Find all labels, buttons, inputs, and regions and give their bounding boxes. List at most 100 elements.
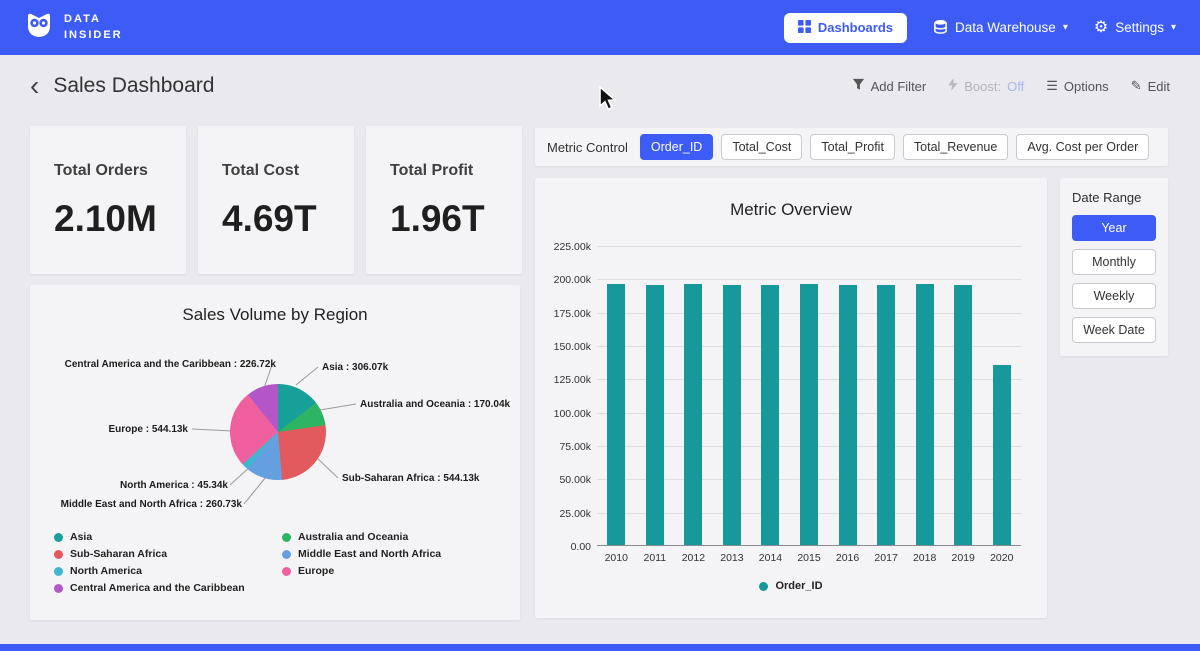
metric-control-bar: Metric Control Order_ID Total_Cost Total_P… xyxy=(535,128,1168,166)
date-range-button-monthly[interactable]: Monthly xyxy=(1072,249,1156,275)
legend-dot xyxy=(282,567,291,576)
brand[interactable]: DATA INSIDER xyxy=(24,10,123,45)
pie-legend-item[interactable]: Europe xyxy=(282,565,510,577)
y-axis-label: 175.00k xyxy=(535,308,591,320)
x-axis-label: 2012 xyxy=(674,552,713,564)
x-axis-label: 2015 xyxy=(790,552,829,564)
pie xyxy=(230,384,326,480)
bar-2017 xyxy=(877,285,895,545)
y-axis-label: 75.00k xyxy=(535,441,591,453)
page-title: Sales Dashboard xyxy=(53,74,214,98)
bar-2020 xyxy=(993,365,1011,545)
edit-button[interactable]: ✎ Edit xyxy=(1131,78,1170,94)
bar-cell xyxy=(751,285,790,545)
y-axis-label: 0.00 xyxy=(535,541,591,553)
edit-label: Edit xyxy=(1148,79,1170,94)
add-filter-button[interactable]: Add Filter xyxy=(852,78,927,94)
bar-cell xyxy=(982,365,1021,545)
navbar-right: Dashboards Data Warehouse ▾ ⚙ Settings ▾ xyxy=(784,13,1176,43)
metric-button-total-cost[interactable]: Total_Cost xyxy=(721,134,802,160)
metric-button-order-id[interactable]: Order_ID xyxy=(640,134,713,160)
pie-slice-label: Middle East and North Africa : 260.73k xyxy=(61,499,242,510)
dashboards-label: Dashboards xyxy=(818,20,893,35)
legend-label: Europe xyxy=(298,565,334,577)
pie-legend-item[interactable]: Australia and Oceania xyxy=(282,531,510,543)
y-axis-label: 50.00k xyxy=(535,474,591,486)
date-range-button-weekly[interactable]: Weekly xyxy=(1072,283,1156,309)
chevron-left-icon: ‹ xyxy=(30,70,39,101)
date-range-label: Date Range xyxy=(1072,190,1156,205)
x-axis-label: 2014 xyxy=(751,552,790,564)
pie-legend-item[interactable]: North America xyxy=(54,565,282,577)
metric-control-label: Metric Control xyxy=(547,140,628,155)
settings-menu[interactable]: ⚙ Settings ▾ xyxy=(1094,20,1176,36)
legend-label: Middle East and North Africa xyxy=(298,548,441,560)
boost-label: Boost: xyxy=(964,79,1001,94)
chevron-down-icon: ▾ xyxy=(1171,22,1176,33)
chevron-down-icon: ▾ xyxy=(1063,22,1068,33)
pie-legend-item[interactable]: Asia xyxy=(54,531,282,543)
top-navbar: DATA INSIDER Dashboards Data Warehouse ▾… xyxy=(0,0,1200,55)
page-header: ‹ Sales Dashboard Add Filter Boost: Off … xyxy=(30,74,1170,98)
bar-2019 xyxy=(954,285,972,545)
brand-line2: INSIDER xyxy=(64,29,123,41)
bar-chart-card: Metric Overview 225.00k200.00k175.00k150… xyxy=(535,178,1047,618)
add-filter-label: Add Filter xyxy=(871,79,927,94)
metric-buttons: Order_ID Total_Cost Total_Profit Total_Reve… xyxy=(640,134,1149,160)
kpi-value: 2.10M xyxy=(54,198,186,240)
pie-slice-label: Australia and Oceania : 170.04k xyxy=(360,399,510,410)
pie-legend-item[interactable]: Central America and the Caribbean xyxy=(54,582,282,594)
bar-cell xyxy=(790,284,829,545)
date-range-button-week-date[interactable]: Week Date xyxy=(1072,317,1156,343)
legend-dot xyxy=(282,550,291,559)
x-axis-label: 2016 xyxy=(828,552,867,564)
metric-button-avg-cost-per-order[interactable]: Avg. Cost per Order xyxy=(1016,134,1149,160)
bar-2016 xyxy=(839,285,857,545)
bar-cell xyxy=(713,285,752,545)
kpi-value: 1.96T xyxy=(390,198,522,240)
y-axis-label: 100.00k xyxy=(535,408,591,420)
brand-text: DATA INSIDER xyxy=(64,12,123,43)
metric-button-total-revenue[interactable]: Total_Revenue xyxy=(903,134,1008,160)
boost-toggle[interactable]: Boost: Off xyxy=(948,78,1024,94)
kpi-card-total-cost: Total Cost 4.69T xyxy=(198,126,354,274)
legend-label: Australia and Oceania xyxy=(298,531,408,543)
bar-2012 xyxy=(684,284,702,545)
pie-legend-item[interactable]: Middle East and North Africa xyxy=(282,548,510,560)
back-button[interactable]: ‹ xyxy=(30,75,39,97)
dashboards-button[interactable]: Dashboards xyxy=(784,13,907,43)
owl-logo-icon xyxy=(24,10,54,45)
bar-x-axis: 2010201120122013201420152016201720182019… xyxy=(597,552,1021,564)
x-axis-label: 2013 xyxy=(713,552,752,564)
metric-button-total-profit[interactable]: Total_Profit xyxy=(810,134,895,160)
bar-2011 xyxy=(646,285,664,545)
bar-cell xyxy=(867,285,906,545)
y-axis-label: 150.00k xyxy=(535,341,591,353)
bar-cell xyxy=(597,284,636,545)
bar-y-axis: 225.00k200.00k175.00k150.00k125.00k100.0… xyxy=(535,246,591,546)
kpi-label: Total Cost xyxy=(222,162,354,180)
legend-label: Sub-Saharan Africa xyxy=(70,548,167,560)
kpi-row: Total Orders 2.10M Total Cost 4.69T Tota… xyxy=(30,126,522,274)
pie-legend-item[interactable]: Sub-Saharan Africa xyxy=(54,548,282,560)
bar-legend: Order_ID xyxy=(535,580,1047,597)
data-warehouse-menu[interactable]: Data Warehouse ▾ xyxy=(933,19,1068,37)
pie-slice-label: Asia : 306.07k xyxy=(322,362,388,373)
boost-value: Off xyxy=(1007,79,1024,94)
data-warehouse-label: Data Warehouse xyxy=(955,20,1056,35)
pie-slice-label: Central America and the Caribbean : 226.… xyxy=(65,359,276,370)
legend-label: North America xyxy=(70,565,142,577)
pie-chart-card: Sales Volume by Region Asia : 306.07kAus… xyxy=(30,285,520,620)
y-axis-label: 200.00k xyxy=(535,274,591,286)
bar-chart-title: Metric Overview xyxy=(535,178,1047,220)
footer-bar xyxy=(0,644,1200,651)
bar-series xyxy=(597,246,1021,545)
kpi-label: Total Profit xyxy=(390,162,522,180)
pie-slice-label: Sub-Saharan Africa : 544.13k xyxy=(342,473,479,484)
filter-icon xyxy=(852,78,865,94)
date-range-button-year[interactable]: Year xyxy=(1072,215,1156,241)
bar-legend-item[interactable]: Order_ID xyxy=(759,580,822,592)
legend-dot xyxy=(54,584,63,593)
options-button[interactable]: ☰ Options xyxy=(1046,78,1108,94)
pie-legend: Asia Sub-Saharan Africa North America Centr… xyxy=(54,531,510,599)
